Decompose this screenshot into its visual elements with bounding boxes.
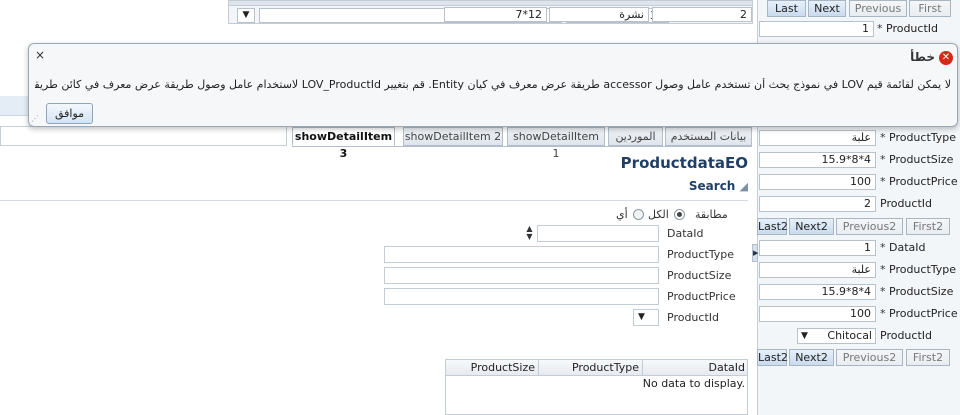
productsize-label: * ProductSize (880, 153, 954, 166)
top-table-cell-size: 7*12 (444, 7, 547, 22)
last3-button[interactable]: Last2 (757, 349, 788, 366)
tab-showdetailitem-2[interactable]: showDetailItem 2 (403, 127, 503, 146)
last2-button[interactable]: Last2 (757, 218, 788, 235)
productsize2-field[interactable]: 15.9*8*4 (759, 284, 876, 300)
productprice2-label: * ProductPrice (880, 307, 958, 320)
search-label-dataid: DataId (667, 227, 704, 240)
producttype-label: * ProductType (880, 131, 957, 144)
match-label: مطابقة (695, 208, 728, 221)
producttype2-label: * ProductType (880, 263, 957, 276)
entity-title: ProductdataEO (620, 154, 748, 172)
last-button[interactable]: Last (767, 0, 806, 17)
spinner-icon[interactable]: ▲ ▼ (524, 225, 535, 242)
disclosure-triangle-icon: ◢ (739, 180, 748, 193)
search-header[interactable]: Search ◢ (650, 179, 748, 193)
dataid-field[interactable]: 1 (759, 240, 876, 256)
row-dropdown-icon[interactable]: ▼ (237, 8, 255, 23)
producttype2-field[interactable]: علبة (759, 262, 876, 278)
search-title: Search (688, 179, 736, 193)
radio-dot-icon (677, 212, 682, 217)
first2-button[interactable]: First2 (906, 218, 950, 235)
tab-showdetailitem-3[interactable]: showDetailItem 3 (292, 127, 395, 160)
dialog-title: خطأ (910, 50, 935, 64)
results-table: DataId ProductType ProductSize No data t… (445, 359, 748, 415)
error-icon: ✕ (939, 51, 953, 65)
dialog-message: لا يمكن لقائمة قيم LOV في نموذج يحث أن ت… (35, 78, 951, 91)
col-productsize[interactable]: ProductSize (446, 360, 538, 376)
all-label: الكل (648, 208, 669, 221)
error-dialog: × ✕ خطأ لا يمكن لقائمة قيم LOV في نموذج … (28, 43, 958, 127)
tab-user-data[interactable]: بيانات المستخدم (665, 127, 752, 146)
producttype-field[interactable]: علبة (759, 130, 876, 146)
top-table-header (229, 1, 752, 6)
productsize2-label: * ProductSize (880, 285, 954, 298)
productprice-label: * ProductPrice (880, 175, 958, 188)
radio-all[interactable] (674, 209, 685, 220)
no-data-text: No data to display. (642, 377, 745, 390)
previous2-button[interactable]: Previous2 (836, 218, 903, 235)
productid-field[interactable]: 1 (759, 21, 874, 37)
productid2-label: ProductId (880, 197, 932, 210)
tabs-baseline (292, 146, 752, 147)
search-label-productsize: ProductSize (667, 269, 732, 282)
radio-any[interactable] (633, 209, 644, 220)
chevron-down-icon: ▼ (638, 312, 645, 322)
search-producttype-input[interactable] (384, 246, 659, 263)
top-table-cell-dataid: 2 (652, 7, 752, 22)
search-dataid-input[interactable] (537, 225, 659, 242)
search-productid-select[interactable]: ▼ (633, 309, 659, 326)
productsize-field[interactable]: 15.9*8*4 (759, 152, 876, 168)
close-icon[interactable]: × (35, 48, 45, 62)
productid-label: * ProductId (877, 22, 938, 35)
dataid-label: * DataId (880, 241, 926, 254)
productid3-label: ProductId (880, 329, 932, 342)
previous-button[interactable]: Previous (849, 0, 907, 17)
chevron-down-icon: ▼ (801, 331, 808, 341)
search-productsize-input[interactable] (384, 267, 659, 284)
search-label-productid: ProductId (667, 311, 719, 324)
left-pane-box (0, 126, 287, 146)
results-header: DataId ProductType ProductSize (446, 360, 747, 376)
tab-showdetailitem-1[interactable]: showDetailItem 1 (507, 127, 605, 160)
top-table-cell-type: نشرة (549, 7, 649, 22)
search-label-producttype: ProductType (667, 248, 735, 261)
productid2-field[interactable]: 2 (759, 196, 876, 212)
ok-button[interactable]: موافق (46, 103, 93, 124)
search-label-productprice: ProductPrice (667, 290, 736, 303)
first3-button[interactable]: First2 (906, 349, 950, 366)
tab-suppliers[interactable]: الموردين (608, 127, 663, 146)
resize-grip-icon[interactable]: ⋰ (31, 114, 39, 123)
first-button[interactable]: First (909, 0, 951, 17)
productprice-field[interactable]: 100 (759, 174, 876, 190)
productprice2-field[interactable]: 100 (759, 306, 876, 322)
search-productprice-input[interactable] (384, 288, 659, 305)
col-dataid[interactable]: DataId (642, 360, 748, 376)
any-label: أي (616, 208, 628, 221)
next3-button[interactable]: Next2 (789, 349, 834, 366)
col-producttype[interactable]: ProductType (538, 360, 642, 376)
previous3-button[interactable]: Previous2 (836, 349, 903, 366)
search-divider (0, 200, 748, 201)
next2-button[interactable]: Next2 (789, 218, 834, 235)
next-button[interactable]: Next (808, 0, 846, 17)
productid-select[interactable]: ▼ Chitocal (797, 328, 876, 344)
productid-select-value: Chitocal (827, 329, 872, 342)
splitter-arrow-icon[interactable]: ▶ (752, 244, 758, 262)
